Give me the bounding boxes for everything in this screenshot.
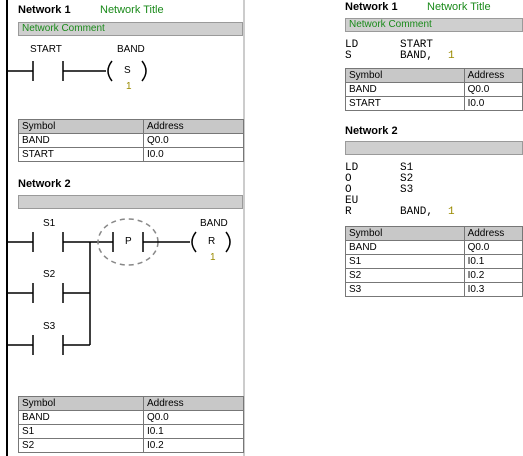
- table-row: START I0.0: [345, 96, 523, 111]
- coil-band-label: BAND: [200, 218, 228, 229]
- stl-network1-subtitle[interactable]: Network Title: [427, 1, 491, 13]
- edge-label: P: [125, 236, 132, 247]
- stl-network1-title: Network 1: [345, 1, 398, 13]
- table-header-row: Symbol Address: [345, 68, 523, 83]
- column-header: Address: [143, 119, 244, 134]
- network2-comment[interactable]: [18, 195, 243, 209]
- stl-network2-title: Network 2: [345, 125, 398, 137]
- table-cell: S1: [345, 254, 465, 269]
- table-cell: I0.1: [463, 254, 523, 269]
- table-row: S2 I0.2: [345, 268, 523, 283]
- column-header: Symbol: [18, 119, 144, 134]
- table-cell: BAND: [18, 133, 144, 148]
- table-row: S3 I0.3: [345, 282, 523, 297]
- stl-operand: BAND,: [400, 50, 434, 62]
- table-cell: START: [345, 96, 465, 111]
- stl-line: S: [345, 50, 352, 62]
- table-row: BAND Q0.0: [345, 240, 523, 255]
- contact-s3-label: S3: [43, 321, 56, 332]
- column-header: Address: [463, 226, 523, 241]
- contact-s2-label: S2: [43, 269, 56, 280]
- stl-network2-symbol-table: Symbol Address BAND Q0.0 S1 I0.1 S2 I0.2…: [345, 226, 523, 297]
- stl-count: 1: [448, 50, 455, 62]
- network1-subtitle[interactable]: Network Title: [100, 4, 164, 16]
- table-cell: I0.1: [143, 424, 244, 439]
- table-cell: S3: [345, 282, 465, 297]
- table-cell: Q0.0: [463, 240, 523, 255]
- table-cell: I0.3: [463, 282, 523, 297]
- column-header: Address: [143, 396, 244, 411]
- table-cell: S2: [345, 268, 465, 283]
- network2-title: Network 2: [18, 178, 71, 190]
- table-row: BAND Q0.0: [18, 133, 244, 148]
- table-cell: I0.0: [143, 147, 244, 162]
- table-cell: I0.0: [463, 96, 523, 111]
- table-row: S2 I0.2: [18, 438, 244, 453]
- table-cell: BAND: [18, 410, 144, 425]
- table-header-row: Symbol Address: [18, 119, 244, 134]
- network1-comment[interactable]: Network Comment: [18, 22, 243, 36]
- table-cell: BAND: [345, 82, 465, 97]
- table-row: S1 I0.1: [18, 424, 244, 439]
- column-header: Symbol: [345, 226, 465, 241]
- coil-set-count: 1: [126, 81, 132, 92]
- column-header: Symbol: [18, 396, 144, 411]
- coil-band-label: BAND: [117, 44, 145, 55]
- contact-s1-label: S1: [43, 218, 56, 229]
- stl-network2-comment[interactable]: [345, 141, 523, 155]
- contact-start-label: START: [30, 44, 62, 55]
- table-row: START I0.0: [18, 147, 244, 162]
- table-cell: I0.2: [463, 268, 523, 283]
- network2-symbol-table: Symbol Address BAND Q0.0 S1 I0.1 S2 I0.2: [18, 396, 244, 453]
- stl-count: 1: [448, 206, 455, 218]
- coil-set-type: S: [124, 65, 131, 76]
- table-cell: BAND: [345, 240, 465, 255]
- table-cell: Q0.0: [143, 410, 244, 425]
- column-header: Symbol: [345, 68, 465, 83]
- network2-rung: [7, 218, 231, 355]
- network1-title: Network 1: [18, 4, 71, 16]
- table-row: BAND Q0.0: [345, 82, 523, 97]
- coil-reset-count: 1: [210, 252, 216, 263]
- table-row: BAND Q0.0: [18, 410, 244, 425]
- stl-operand: BAND,: [400, 206, 434, 218]
- table-cell: I0.2: [143, 438, 244, 453]
- stl-network1-symbol-table: Symbol Address BAND Q0.0 START I0.0: [345, 68, 523, 111]
- coil-reset-type: R: [208, 236, 216, 247]
- table-cell: Q0.0: [463, 82, 523, 97]
- stl-operand: S3: [400, 184, 414, 196]
- table-cell: S2: [18, 438, 144, 453]
- table-header-row: Symbol Address: [18, 396, 244, 411]
- table-cell: Q0.0: [143, 133, 244, 148]
- stl-line: R: [345, 206, 352, 218]
- coil-set: [107, 60, 113, 82]
- network1-symbol-table: Symbol Address BAND Q0.0 START I0.0: [18, 119, 244, 162]
- table-cell: START: [18, 147, 144, 162]
- table-header-row: Symbol Address: [345, 226, 523, 241]
- stl-network1-comment[interactable]: Network Comment: [345, 18, 523, 32]
- column-header: Address: [463, 68, 523, 83]
- coil-reset: [191, 231, 197, 253]
- table-row: S1 I0.1: [345, 254, 523, 269]
- table-cell: S1: [18, 424, 144, 439]
